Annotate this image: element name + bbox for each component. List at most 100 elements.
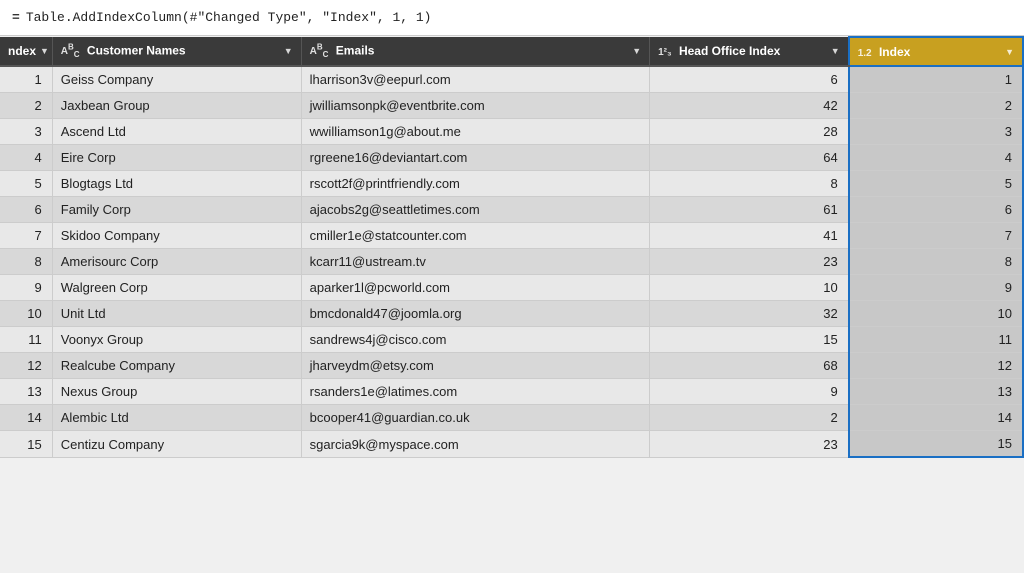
- cell-row-num: 2: [0, 93, 52, 119]
- cell-head-office-index: 32: [650, 301, 849, 327]
- table-row: 15Centizu Companysgarcia9k@myspace.com23…: [0, 431, 1023, 458]
- cell-head-office-index: 23: [650, 431, 849, 458]
- cell-head-office-index: 9: [650, 379, 849, 405]
- cell-index: 15: [849, 431, 1023, 458]
- cell-head-office-index: 6: [650, 66, 849, 93]
- cell-email: rscott2f@printfriendly.com: [301, 171, 649, 197]
- col-emails-dropdown[interactable]: ▼: [632, 46, 641, 56]
- cell-row-num: 6: [0, 197, 52, 223]
- cell-row-num: 8: [0, 249, 52, 275]
- cell-row-num: 7: [0, 223, 52, 249]
- cell-row-num: 15: [0, 431, 52, 458]
- col-header-index[interactable]: ndex ▼: [0, 37, 52, 66]
- cell-row-num: 14: [0, 405, 52, 431]
- table-row: 4Eire Corprgreene16@deviantart.com644: [0, 145, 1023, 171]
- cell-customer-name: Blogtags Ltd: [52, 171, 301, 197]
- cell-email: ajacobs2g@seattletimes.com: [301, 197, 649, 223]
- col-index-dropdown[interactable]: ▼: [40, 46, 49, 56]
- col-header-customer-names[interactable]: ABC Customer Names ▼: [52, 37, 301, 66]
- cell-index: 2: [849, 93, 1023, 119]
- table-row: 2Jaxbean Groupjwilliamsonpk@eventbrite.c…: [0, 93, 1023, 119]
- table-row: 6Family Corpajacobs2g@seattletimes.com61…: [0, 197, 1023, 223]
- table-container: ndex ▼ ABC Customer Names ▼ ABC Emails ▼: [0, 36, 1024, 573]
- cell-email: sandrews4j@cisco.com: [301, 327, 649, 353]
- cell-email: bmcdonald47@joomla.org: [301, 301, 649, 327]
- col-hoi-type-icon: 1²₃: [658, 47, 672, 58]
- cell-customer-name: Eire Corp: [52, 145, 301, 171]
- cell-head-office-index: 41: [650, 223, 849, 249]
- cell-email: lharrison3v@eepurl.com: [301, 66, 649, 93]
- cell-row-num: 3: [0, 119, 52, 145]
- table-row: 7Skidoo Companycmiller1e@statcounter.com…: [0, 223, 1023, 249]
- cell-row-num: 1: [0, 66, 52, 93]
- cell-index: 8: [849, 249, 1023, 275]
- table-row: 1Geiss Companylharrison3v@eepurl.com61: [0, 66, 1023, 93]
- cell-email: wwilliamson1g@about.me: [301, 119, 649, 145]
- cell-index: 4: [849, 145, 1023, 171]
- col-idx-dropdown[interactable]: ▼: [1005, 47, 1014, 57]
- table-row: 14Alembic Ltdbcooper41@guardian.co.uk214: [0, 405, 1023, 431]
- cell-row-num: 10: [0, 301, 52, 327]
- table-header-row: ndex ▼ ABC Customer Names ▼ ABC Emails ▼: [0, 37, 1023, 66]
- col-header-emails[interactable]: ABC Emails ▼: [301, 37, 649, 66]
- cell-head-office-index: 28: [650, 119, 849, 145]
- cell-row-num: 12: [0, 353, 52, 379]
- cell-email: sgarcia9k@myspace.com: [301, 431, 649, 458]
- table-row: 8Amerisourc Corpkcarr11@ustream.tv238: [0, 249, 1023, 275]
- cell-index: 1: [849, 66, 1023, 93]
- col-index-label: ndex: [8, 44, 36, 58]
- cell-row-num: 4: [0, 145, 52, 171]
- cell-index: 5: [849, 171, 1023, 197]
- cell-customer-name: Geiss Company: [52, 66, 301, 93]
- cell-head-office-index: 61: [650, 197, 849, 223]
- cell-index: 13: [849, 379, 1023, 405]
- cell-head-office-index: 15: [650, 327, 849, 353]
- cell-index: 6: [849, 197, 1023, 223]
- cell-email: jwilliamsonpk@eventbrite.com: [301, 93, 649, 119]
- cell-customer-name: Amerisourc Corp: [52, 249, 301, 275]
- cell-index: 12: [849, 353, 1023, 379]
- table-row: 9Walgreen Corpaparker1l@pcworld.com109: [0, 275, 1023, 301]
- col-header-head-office-index[interactable]: 1²₃ Head Office Index ▼: [650, 37, 849, 66]
- cell-head-office-index: 10: [650, 275, 849, 301]
- cell-customer-name: Walgreen Corp: [52, 275, 301, 301]
- col-names-dropdown[interactable]: ▼: [284, 46, 293, 56]
- cell-customer-name: Centizu Company: [52, 431, 301, 458]
- cell-index: 14: [849, 405, 1023, 431]
- formula-text: Table.AddIndexColumn(#"Changed Type", "I…: [26, 10, 432, 25]
- cell-email: jharveydm@etsy.com: [301, 353, 649, 379]
- cell-email: cmiller1e@statcounter.com: [301, 223, 649, 249]
- cell-head-office-index: 64: [650, 145, 849, 171]
- cell-email: rgreene16@deviantart.com: [301, 145, 649, 171]
- cell-head-office-index: 8: [650, 171, 849, 197]
- cell-index: 10: [849, 301, 1023, 327]
- cell-email: kcarr11@ustream.tv: [301, 249, 649, 275]
- table-row: 13Nexus Grouprsanders1e@latimes.com913: [0, 379, 1023, 405]
- table-row: 10Unit Ltdbmcdonald47@joomla.org3210: [0, 301, 1023, 327]
- formula-bar: = Table.AddIndexColumn(#"Changed Type", …: [0, 0, 1024, 36]
- cell-row-num: 5: [0, 171, 52, 197]
- table-row: 5Blogtags Ltdrscott2f@printfriendly.com8…: [0, 171, 1023, 197]
- cell-customer-name: Voonyx Group: [52, 327, 301, 353]
- cell-index: 7: [849, 223, 1023, 249]
- col-idx-type-icon: 1.2: [858, 48, 872, 59]
- table-row: 11Voonyx Groupsandrews4j@cisco.com1511: [0, 327, 1023, 353]
- cell-customer-name: Family Corp: [52, 197, 301, 223]
- col-hoi-dropdown[interactable]: ▼: [831, 46, 840, 56]
- cell-head-office-index: 42: [650, 93, 849, 119]
- cell-customer-name: Skidoo Company: [52, 223, 301, 249]
- cell-index: 9: [849, 275, 1023, 301]
- cell-head-office-index: 23: [650, 249, 849, 275]
- cell-customer-name: Unit Ltd: [52, 301, 301, 327]
- col-header-index-col[interactable]: 1.2 Index ▼: [849, 37, 1023, 66]
- table-body: 1Geiss Companylharrison3v@eepurl.com612J…: [0, 66, 1023, 457]
- cell-email: aparker1l@pcworld.com: [301, 275, 649, 301]
- cell-head-office-index: 2: [650, 405, 849, 431]
- cell-customer-name: Ascend Ltd: [52, 119, 301, 145]
- cell-index: 11: [849, 327, 1023, 353]
- cell-customer-name: Jaxbean Group: [52, 93, 301, 119]
- cell-customer-name: Realcube Company: [52, 353, 301, 379]
- data-table: ndex ▼ ABC Customer Names ▼ ABC Emails ▼: [0, 36, 1024, 458]
- col-names-type-icon: ABC: [61, 46, 80, 57]
- formula-equals: =: [12, 10, 20, 25]
